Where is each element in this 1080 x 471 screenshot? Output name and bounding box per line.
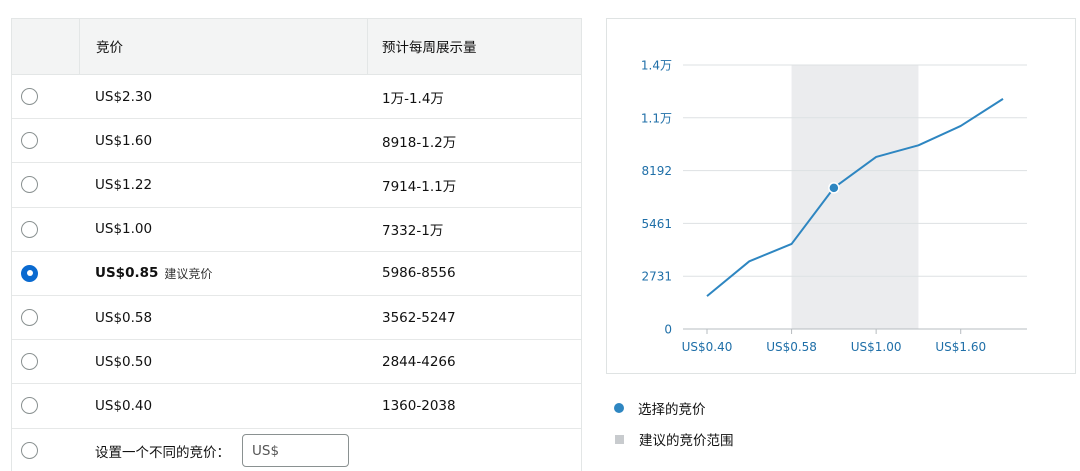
custom-bid-radio[interactable] [21, 442, 38, 460]
selected-bid-marker-icon [614, 403, 624, 413]
x-tick-label: US$0.58 [766, 340, 817, 354]
legend-selected-bid-label: 选择的竞价 [638, 402, 706, 418]
y-tick-label: 1.1万 [641, 111, 672, 125]
table-row-selected[interactable]: US$0.85 建议竞价 5986-8556 [12, 252, 581, 296]
custom-bid-input[interactable] [242, 434, 349, 468]
header-select-column [12, 19, 80, 74]
bid-radio[interactable] [21, 132, 38, 150]
table-row[interactable]: US$1.60 8918-1.2万 [12, 119, 581, 164]
x-tick-label: US$0.40 [682, 340, 733, 354]
legend-suggested-range-label: 建议的竞价范围 [639, 433, 734, 449]
table-row[interactable]: US$1.00 7332-1万 [12, 208, 581, 252]
selected-bid-point [828, 182, 840, 194]
bid-value: US$1.22 [95, 176, 153, 193]
y-tick-label: 0 [664, 323, 672, 337]
bid-radio[interactable] [21, 353, 38, 371]
table-header: 竞价 预计每周展示量 [12, 19, 581, 75]
bid-table: 竞价 预计每周展示量 US$2.30 1万-1.4万 US$1.60 8918-… [11, 18, 582, 471]
x-tick-label: US$1.00 [851, 340, 902, 354]
bid-value: US$0.58 [95, 309, 153, 326]
suggested-bid-tag: 建议竞价 [164, 266, 213, 281]
impressions-value: 8918-1.2万 [382, 134, 457, 151]
custom-bid-row[interactable]: 设置一个不同的竞价： [12, 429, 581, 471]
impressions-value: 1360-2038 [382, 397, 456, 414]
table-row[interactable]: US$2.30 1万-1.4万 [12, 75, 581, 120]
bid-value: US$0.50 [95, 353, 153, 370]
table-row[interactable]: US$0.58 3562-5247 [12, 296, 581, 341]
impressions-value: 2844-4266 [382, 353, 456, 370]
legend-item-suggested-range: 建议的竞价范围 [614, 428, 734, 450]
impressions-value: 3562-5247 [382, 309, 456, 326]
y-tick-label: 1.4万 [641, 59, 672, 73]
bid-radio[interactable] [21, 309, 38, 327]
table-row[interactable]: US$1.22 7914-1.1万 [12, 163, 581, 208]
bid-value: US$1.00 [95, 221, 153, 238]
impressions-value: 7332-1万 [382, 223, 444, 240]
bid-radio-selected[interactable] [21, 264, 38, 282]
header-impressions: 预计每周展示量 [367, 19, 581, 74]
bid-value: US$0.40 [95, 397, 153, 414]
legend-item-selected-bid: 选择的竞价 [614, 397, 734, 419]
bid-radio[interactable] [21, 397, 38, 415]
impressions-value: 5986-8556 [382, 265, 456, 282]
header-bid: 竞价 [80, 19, 367, 74]
impressions-value: 7914-1.1万 [382, 178, 457, 195]
bid-value: US$2.30 [95, 88, 153, 105]
y-tick-label: 5461 [641, 217, 672, 231]
table-row[interactable]: US$0.40 1360-2038 [12, 384, 581, 429]
y-tick-label: 2731 [641, 270, 672, 284]
suggested-range-band [791, 65, 919, 329]
impressions-chart: 0 2731 5461 8192 1.1万 1.4万 US$0.40 US$0.58 US$1.… [641, 59, 1027, 354]
suggested-range-swatch-icon [615, 434, 624, 444]
bid-radio[interactable] [21, 176, 38, 194]
bid-radio[interactable] [21, 88, 38, 106]
header-impressions-label: 预计每周展示量 [382, 40, 477, 56]
bid-value: US$1.60 [95, 132, 153, 149]
header-bid-label: 竞价 [96, 40, 123, 56]
custom-bid-label: 设置一个不同的竞价： [95, 444, 230, 461]
bid-radio[interactable] [21, 220, 38, 238]
x-tick-label: US$1.60 [935, 340, 986, 354]
y-tick-label: 8192 [641, 164, 672, 178]
bid-value: US$0.85 [95, 265, 159, 282]
impressions-chart-panel: 0 2731 5461 8192 1.1万 1.4万 US$0.40 US$0.58 US$1.… [606, 18, 1076, 374]
impressions-value: 1万-1.4万 [382, 90, 444, 107]
table-row[interactable]: US$0.50 2844-4266 [12, 340, 581, 385]
chart-legend: 选择的竞价 建议的竞价范围 [614, 397, 734, 459]
